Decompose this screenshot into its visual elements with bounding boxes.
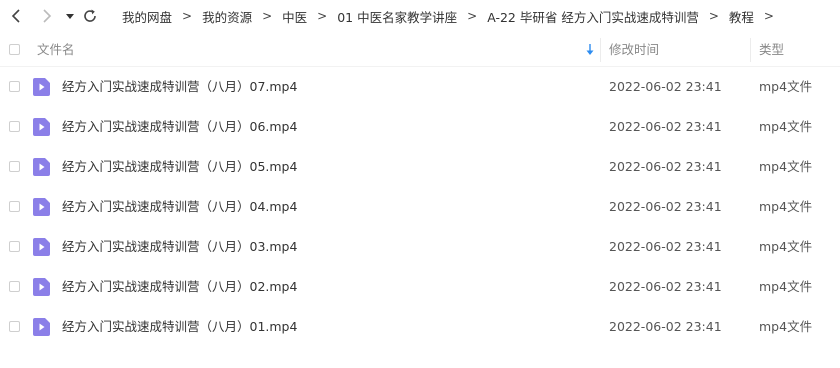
file-type: mp4文件 xyxy=(759,239,813,254)
row-checkbox[interactable] xyxy=(9,121,20,132)
file-row[interactable]: 经方入门实战速成特训营（八月）03.mp4 2022-06-02 23:41 m… xyxy=(0,227,840,267)
file-name: 经方入门实战速成特训营（八月）06.mp4 xyxy=(62,119,298,134)
file-type: mp4文件 xyxy=(759,159,813,174)
row-checkbox[interactable] xyxy=(9,281,20,292)
file-type: mp4文件 xyxy=(759,119,813,134)
file-type: mp4文件 xyxy=(759,319,813,334)
forward-arrow-icon[interactable] xyxy=(37,7,55,25)
file-type: mp4文件 xyxy=(759,199,813,214)
breadcrumb: 我的网盘 > 我的资源 > 中医 > 01 中医名家教学讲座 > A-22 毕研… xyxy=(122,0,784,32)
row-checkbox[interactable] xyxy=(9,201,20,212)
file-name: 经方入门实战速成特训营（八月）05.mp4 xyxy=(62,159,298,174)
row-checkbox[interactable] xyxy=(9,81,20,92)
video-file-icon xyxy=(33,78,50,96)
sort-descending-icon[interactable] xyxy=(585,43,595,60)
column-header-name[interactable]: 文件名 xyxy=(37,34,75,66)
breadcrumb-item[interactable]: 01 中医名家教学讲座 xyxy=(337,7,457,26)
breadcrumb-item[interactable]: 我的资源 xyxy=(202,7,252,26)
file-row[interactable]: 经方入门实战速成特训营（八月）05.mp4 2022-06-02 23:41 m… xyxy=(0,147,840,187)
back-arrow-icon[interactable] xyxy=(8,7,26,25)
breadcrumb-separator: > xyxy=(763,9,774,23)
file-modified: 2022-06-02 23:41 xyxy=(609,79,722,94)
file-row[interactable]: 经方入门实战速成特训营（八月）02.mp4 2022-06-02 23:41 m… xyxy=(0,267,840,307)
history-dropdown-icon[interactable] xyxy=(62,7,80,25)
file-name: 经方入门实战速成特训营（八月）01.mp4 xyxy=(62,319,298,334)
file-name: 经方入门实战速成特训营（八月）02.mp4 xyxy=(62,279,298,294)
row-checkbox[interactable] xyxy=(9,161,20,172)
file-name: 经方入门实战速成特训营（八月）04.mp4 xyxy=(62,199,298,214)
file-modified: 2022-06-02 23:41 xyxy=(609,119,722,134)
video-file-icon xyxy=(33,318,50,336)
breadcrumb-item[interactable]: 我的网盘 xyxy=(122,7,172,26)
file-type: mp4文件 xyxy=(759,279,813,294)
refresh-icon[interactable] xyxy=(81,7,99,25)
file-name: 经方入门实战速成特训营（八月）07.mp4 xyxy=(62,79,298,94)
file-modified: 2022-06-02 23:41 xyxy=(609,239,722,254)
file-list-header: 文件名 修改时间 类型 xyxy=(0,34,840,67)
breadcrumb-separator: > xyxy=(317,9,328,23)
file-row[interactable]: 经方入门实战速成特训营（八月）04.mp4 2022-06-02 23:41 m… xyxy=(0,187,840,227)
video-file-icon xyxy=(33,278,50,296)
breadcrumb-separator: > xyxy=(708,9,719,23)
toolbar: 我的网盘 > 我的资源 > 中医 > 01 中医名家教学讲座 > A-22 毕研… xyxy=(0,0,840,32)
column-header-modified[interactable]: 修改时间 xyxy=(609,34,659,66)
column-header-type[interactable]: 类型 xyxy=(759,34,784,66)
file-row[interactable]: 经方入门实战速成特训营（八月）06.mp4 2022-06-02 23:41 m… xyxy=(0,107,840,147)
file-type: mp4文件 xyxy=(759,79,813,94)
video-file-icon xyxy=(33,198,50,216)
breadcrumb-separator: > xyxy=(467,9,478,23)
file-name: 经方入门实战速成特训营（八月）03.mp4 xyxy=(62,239,298,254)
column-divider[interactable] xyxy=(600,38,601,62)
row-checkbox[interactable] xyxy=(9,321,20,332)
breadcrumb-item-current[interactable]: 教程 xyxy=(729,7,754,26)
file-modified: 2022-06-02 23:41 xyxy=(609,199,722,214)
row-checkbox[interactable] xyxy=(9,241,20,252)
video-file-icon xyxy=(33,118,50,136)
file-modified: 2022-06-02 23:41 xyxy=(609,159,722,174)
breadcrumb-separator: > xyxy=(182,9,193,23)
breadcrumb-item[interactable]: A-22 毕研省 经方入门实战速成特训营 xyxy=(487,7,699,26)
file-row[interactable]: 经方入门实战速成特训营（八月）01.mp4 2022-06-02 23:41 m… xyxy=(0,307,840,347)
video-file-icon xyxy=(33,158,50,176)
file-modified: 2022-06-02 23:41 xyxy=(609,319,722,334)
video-file-icon xyxy=(33,238,50,256)
breadcrumb-separator: > xyxy=(262,9,273,23)
select-all-checkbox[interactable] xyxy=(9,44,20,55)
file-modified: 2022-06-02 23:41 xyxy=(609,279,722,294)
file-row[interactable]: 经方入门实战速成特训营（八月）07.mp4 2022-06-02 23:41 m… xyxy=(0,67,840,107)
breadcrumb-item[interactable]: 中医 xyxy=(282,7,307,26)
column-divider[interactable] xyxy=(750,38,751,62)
